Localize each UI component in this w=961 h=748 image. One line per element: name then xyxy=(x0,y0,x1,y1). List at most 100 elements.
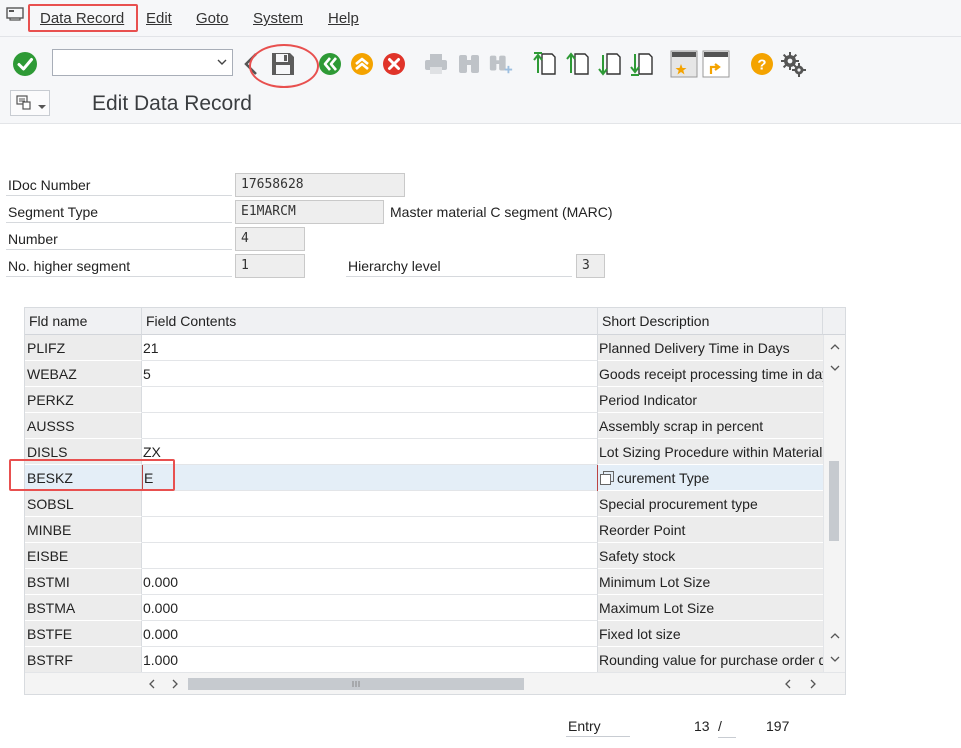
help-button[interactable]: ? xyxy=(749,51,775,77)
gear-icon xyxy=(781,52,806,77)
customize-layout-button[interactable] xyxy=(780,51,806,77)
menu-edit[interactable]: Edit xyxy=(146,10,172,27)
command-input[interactable] xyxy=(57,50,207,74)
field-name-cell: BSTMA xyxy=(25,595,142,621)
next-page-button[interactable] xyxy=(597,51,623,77)
field-contents-cell[interactable] xyxy=(142,491,598,517)
help-icon: ? xyxy=(751,53,773,75)
scroll-up-icon[interactable] xyxy=(829,342,841,352)
exit-button[interactable] xyxy=(349,51,375,77)
idoc-number-field[interactable]: 17658628 xyxy=(235,173,405,197)
entry-label: Entry xyxy=(566,715,630,737)
toolbar: ? xyxy=(0,37,961,89)
table-row[interactable]: BSTRF 1.000 Rounding value for purchase … xyxy=(25,647,823,673)
field-contents-cell[interactable] xyxy=(142,465,598,491)
horizontal-scroll-thumb[interactable] xyxy=(188,678,524,690)
column-header-field-contents[interactable]: Field Contents xyxy=(142,308,598,335)
field-contents-input[interactable] xyxy=(143,466,583,490)
back-button[interactable] xyxy=(317,51,343,77)
data-record-table: Fld name Field Contents Short Descriptio… xyxy=(24,307,846,695)
table-row[interactable]: PERKZ Period Indicator xyxy=(25,387,823,413)
short-description-cell: Maximum Lot Size xyxy=(598,595,823,621)
field-name-cell: MINBE xyxy=(25,517,142,543)
segment-type-label: Segment Type xyxy=(6,201,232,223)
field-contents-cell[interactable]: 0.000 xyxy=(142,569,598,595)
scroll-down-icon[interactable] xyxy=(829,654,841,664)
column-header-fld-name[interactable]: Fld name xyxy=(25,308,142,335)
table-row[interactable]: WEBAZ 5 Goods receipt processing time in… xyxy=(25,361,823,387)
number-field[interactable]: 4 xyxy=(235,227,305,251)
print-button[interactable] xyxy=(423,51,449,77)
field-name-cell: BSTFE xyxy=(25,621,142,647)
menu-goto[interactable]: Goto xyxy=(196,10,229,27)
segment-description: Master material C segment (MARC) xyxy=(390,204,613,220)
vertical-scrollbar[interactable] xyxy=(823,335,845,672)
cancel-button[interactable] xyxy=(381,51,407,77)
title-menu-button[interactable] xyxy=(10,90,50,116)
shortcut-button[interactable] xyxy=(702,50,730,78)
table-row[interactable]: SOBSL Special procurement type xyxy=(25,491,823,517)
short-description-cell: Reorder Point xyxy=(598,517,823,543)
table-row[interactable]: BSTFE 0.000 Fixed lot size xyxy=(25,621,823,647)
field-contents-cell[interactable] xyxy=(142,543,598,569)
exit-icon xyxy=(351,53,373,75)
vertical-scroll-thumb[interactable] xyxy=(829,461,839,541)
page-title: Edit Data Record xyxy=(92,92,252,115)
first-page-button[interactable] xyxy=(532,51,558,77)
table-row[interactable]: MINBE Reorder Point xyxy=(25,517,823,543)
column-header-short-description[interactable]: Short Description xyxy=(598,308,823,335)
last-page-icon xyxy=(630,53,653,76)
short-description-cell: Rounding value for purchase order quanti… xyxy=(598,647,823,673)
print-icon xyxy=(425,54,447,74)
higher-segment-field[interactable]: 1 xyxy=(235,254,305,278)
field-name-cell: EISBE xyxy=(25,543,142,569)
find-next-button[interactable] xyxy=(488,51,514,77)
segment-type-field[interactable]: E1MARCM xyxy=(235,200,384,224)
field-contents-cell[interactable] xyxy=(142,413,598,439)
hierarchy-level-field[interactable]: 3 xyxy=(576,254,605,278)
field-contents-cell[interactable] xyxy=(142,387,598,413)
previous-page-button[interactable] xyxy=(565,51,591,77)
field-name-cell: PLIFZ xyxy=(25,335,142,361)
cancel-icon xyxy=(383,53,405,75)
menu-help[interactable]: Help xyxy=(328,10,359,27)
table-row[interactable]: BSTMA 0.000 Maximum Lot Size xyxy=(25,595,823,621)
next-page-icon xyxy=(598,53,621,76)
horizontal-scrollbar[interactable] xyxy=(25,672,845,694)
field-name-cell: BSTMI xyxy=(25,569,142,595)
menu-system[interactable]: System xyxy=(253,10,303,27)
field-contents-cell[interactable]: 0.000 xyxy=(142,595,598,621)
command-field[interactable] xyxy=(52,49,233,76)
field-name-cell: SOBSL xyxy=(25,491,142,517)
short-description-cell: Lot Sizing Procedure within Materials Pl… xyxy=(598,439,823,465)
field-contents-cell[interactable]: 0.000 xyxy=(142,621,598,647)
field-contents-cell[interactable]: 21 xyxy=(142,335,598,361)
scroll-left-icon[interactable] xyxy=(147,678,157,690)
table-row[interactable]: AUSSS Assembly scrap in percent xyxy=(25,413,823,439)
chevron-down-icon[interactable] xyxy=(216,56,228,68)
entry-total: 197 xyxy=(766,718,790,734)
column-header-spacer xyxy=(823,308,845,335)
field-contents-cell[interactable]: 5 xyxy=(142,361,598,387)
field-contents-cell[interactable] xyxy=(142,517,598,543)
short-description-cell: Special procurement type xyxy=(598,491,823,517)
scroll-up-small-icon[interactable] xyxy=(829,363,841,373)
value-help-icon[interactable] xyxy=(599,470,615,486)
field-contents-cell[interactable]: ZX xyxy=(142,439,598,465)
scroll-right-icon[interactable] xyxy=(808,678,818,690)
last-page-button[interactable] xyxy=(629,51,655,77)
field-contents-cell[interactable]: 1.000 xyxy=(142,647,598,673)
table-row[interactable]: BSTMI 0.000 Minimum Lot Size xyxy=(25,569,823,595)
idoc-number-label: IDoc Number xyxy=(6,174,232,196)
system-menu-icon[interactable] xyxy=(6,7,24,21)
table-row[interactable]: PLIFZ 21 Planned Delivery Time in Days xyxy=(25,335,823,361)
table-row[interactable]: EISBE Safety stock xyxy=(25,543,823,569)
find-button[interactable] xyxy=(456,51,482,77)
scroll-left-small-icon[interactable] xyxy=(783,678,793,690)
create-session-button[interactable] xyxy=(670,50,698,78)
scroll-down-small-icon[interactable] xyxy=(829,631,841,641)
first-page-icon xyxy=(533,52,556,75)
hierarchy-level-label: Hierarchy level xyxy=(346,255,572,277)
scroll-right-small-icon[interactable] xyxy=(170,678,180,690)
enter-button[interactable] xyxy=(12,51,38,77)
